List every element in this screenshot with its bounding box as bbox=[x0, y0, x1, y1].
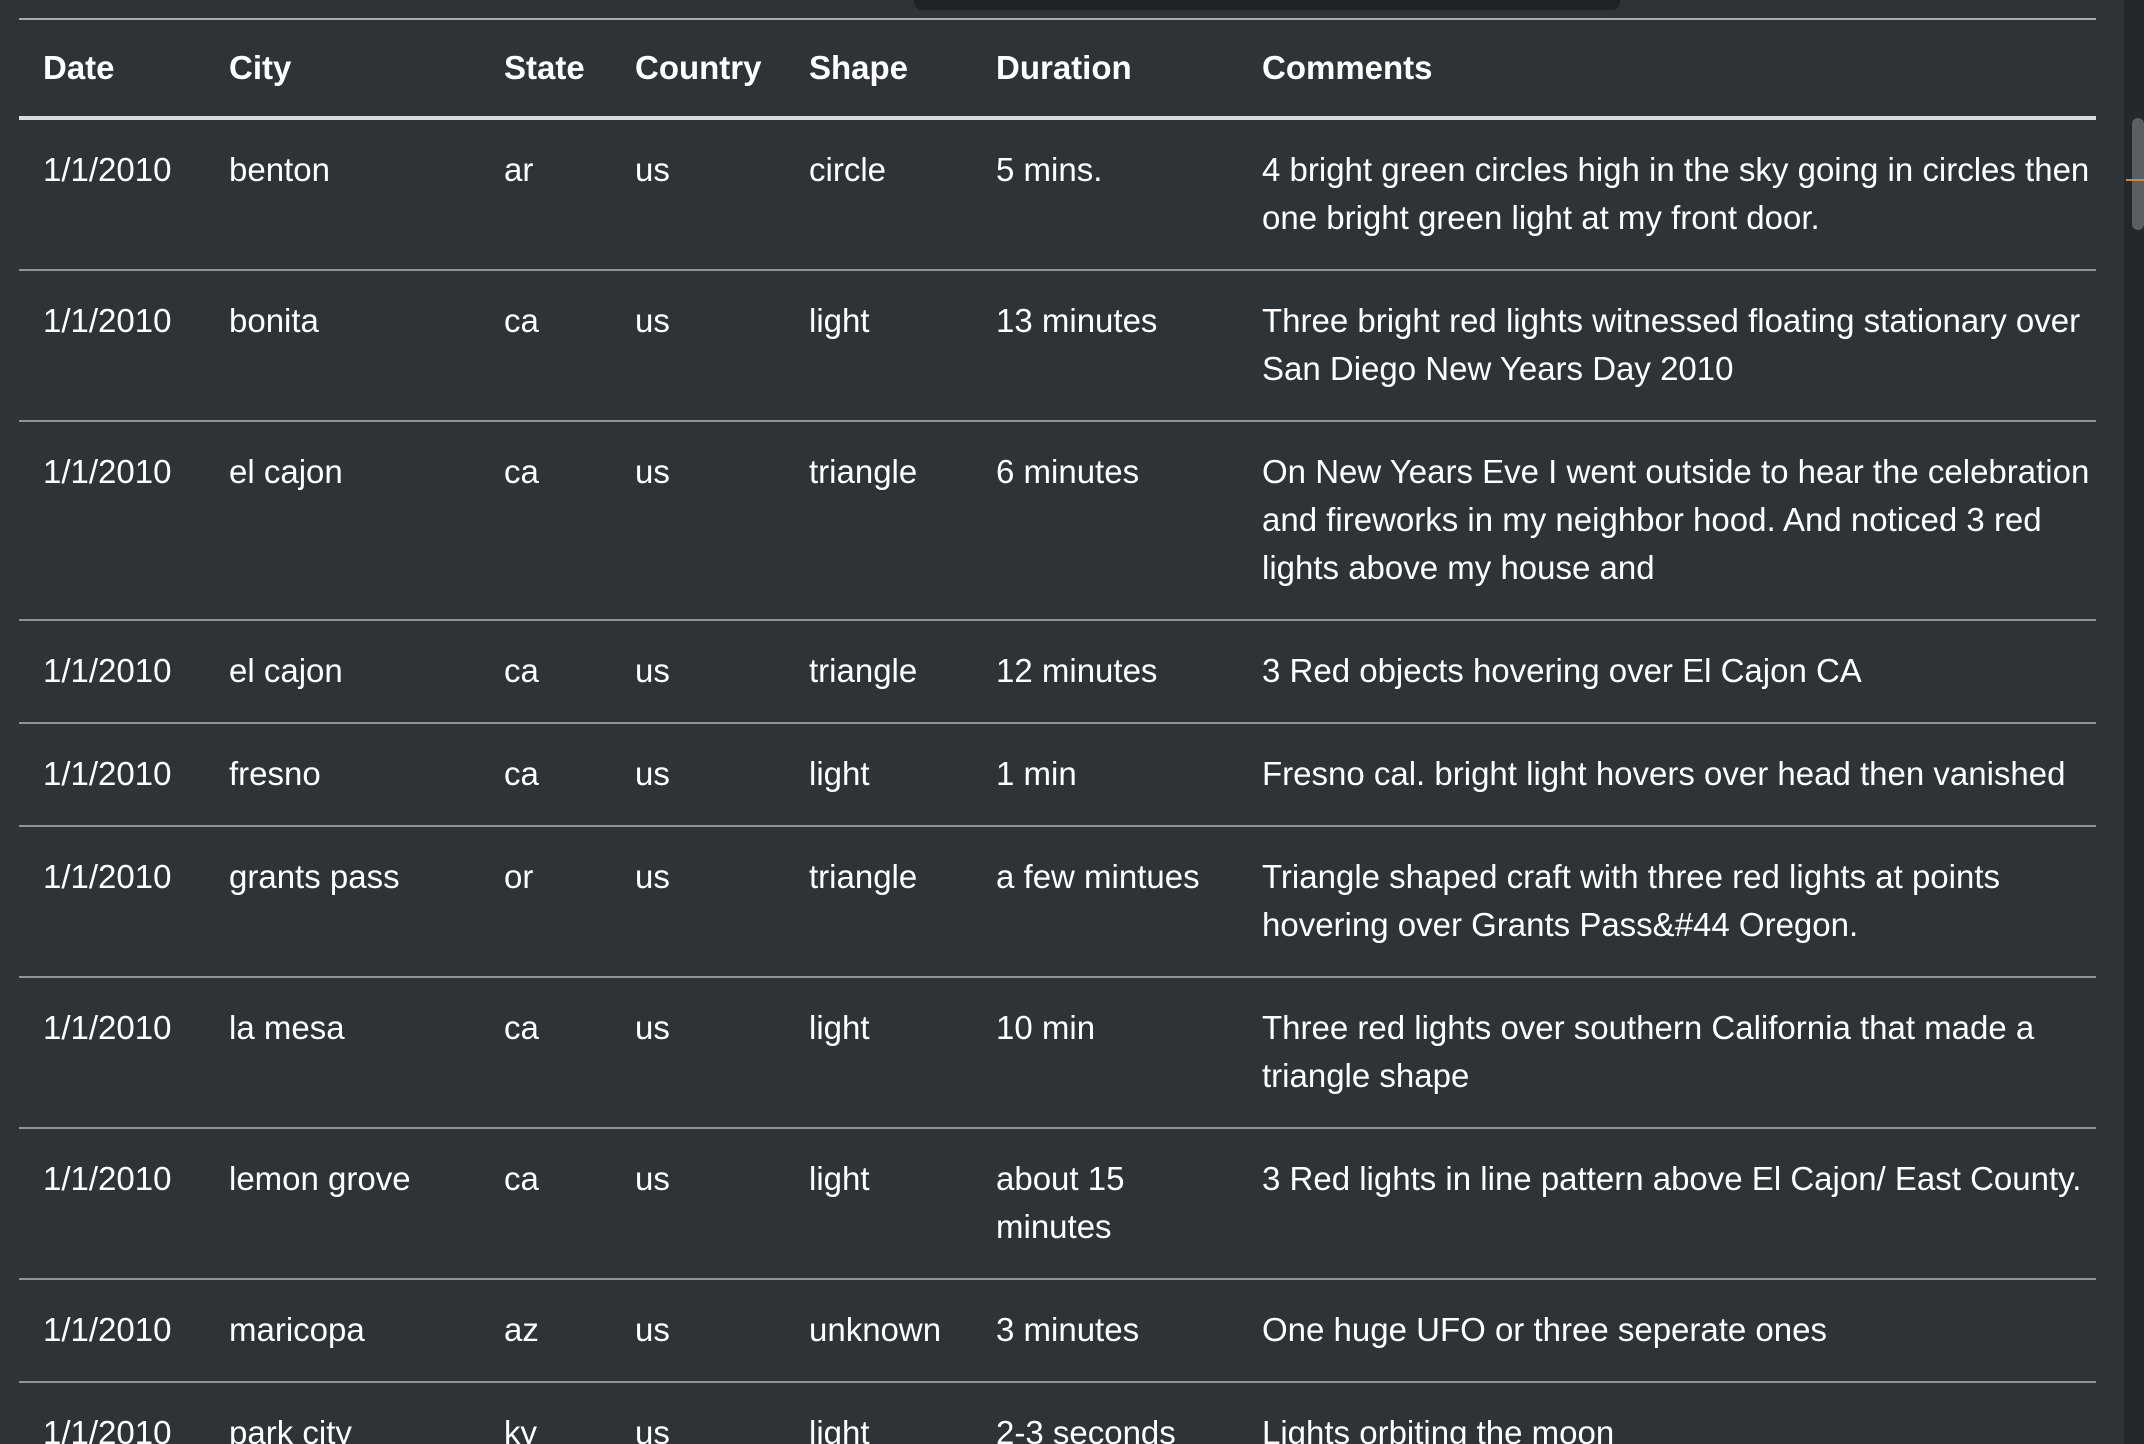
cell-date: 1/1/2010 bbox=[43, 1414, 172, 1444]
cell-duration: 10 min bbox=[996, 1009, 1096, 1046]
cell-city: lemon grove bbox=[229, 1160, 411, 1197]
cell-city: bonita bbox=[229, 302, 319, 339]
table-row: 1/1/2010 el cajon ca us triangle 6 minut… bbox=[19, 421, 2096, 620]
cell-country: us bbox=[635, 1009, 670, 1046]
cell-comments: Three bright red lights witnessed floati… bbox=[1262, 302, 2081, 387]
cell-city: la mesa bbox=[229, 1009, 345, 1046]
cell-date: 1/1/2010 bbox=[43, 453, 172, 490]
header-row: Date City State Country Shape Duration C… bbox=[19, 19, 2096, 118]
cell-comments: 3 Red objects hovering over El Cajon CA bbox=[1262, 652, 1862, 689]
ufo-sightings-table-container: Date City State Country Shape Duration C… bbox=[19, 18, 2096, 1444]
vertical-scrollbar[interactable] bbox=[2124, 0, 2144, 1444]
cell-country: us bbox=[635, 1414, 670, 1444]
cell-duration: 5 mins. bbox=[996, 151, 1103, 188]
header-comments: Comments bbox=[1262, 49, 1433, 86]
cell-country: us bbox=[635, 453, 670, 490]
table-row: 1/1/2010 park city ky us light 2-3 secon… bbox=[19, 1382, 2096, 1444]
table-row: 1/1/2010 maricopa az us unknown 3 minute… bbox=[19, 1279, 2096, 1382]
cell-state: ky bbox=[504, 1414, 537, 1444]
cell-shape: light bbox=[809, 302, 870, 339]
cell-state: ar bbox=[504, 151, 534, 188]
cell-duration: a few mintues bbox=[996, 858, 1200, 895]
cell-state: az bbox=[504, 1311, 539, 1348]
top-overlay-bar bbox=[914, 0, 1620, 10]
cell-shape: triangle bbox=[809, 858, 918, 895]
cell-date: 1/1/2010 bbox=[43, 858, 172, 895]
table-row: 1/1/2010 fresno ca us light 1 min Fresno… bbox=[19, 723, 2096, 826]
header-date: Date bbox=[43, 49, 115, 86]
cell-country: us bbox=[635, 151, 670, 188]
table-row: 1/1/2010 grants pass or us triangle a fe… bbox=[19, 826, 2096, 977]
cell-shape: circle bbox=[809, 151, 887, 188]
table-row: 1/1/2010 lemon grove ca us light about 1… bbox=[19, 1128, 2096, 1279]
cell-shape: unknown bbox=[809, 1311, 942, 1348]
scroll-position-marker bbox=[2126, 179, 2144, 181]
cell-shape: light bbox=[809, 1160, 870, 1197]
ufo-sightings-table: Date City State Country Shape Duration C… bbox=[19, 18, 2096, 1444]
cell-state: ca bbox=[504, 1009, 539, 1046]
table-row: 1/1/2010 la mesa ca us light 10 min Thre… bbox=[19, 977, 2096, 1128]
cell-comments: Three red lights over southern Californi… bbox=[1262, 1009, 2035, 1094]
cell-city: grants pass bbox=[229, 858, 400, 895]
cell-state: ca bbox=[504, 453, 539, 490]
cell-country: us bbox=[635, 1160, 670, 1197]
table-row: 1/1/2010 bonita ca us light 13 minutes T… bbox=[19, 270, 2096, 421]
cell-city: maricopa bbox=[229, 1311, 365, 1348]
cell-city: benton bbox=[229, 151, 330, 188]
cell-shape: light bbox=[809, 1414, 870, 1444]
header-city: City bbox=[229, 49, 292, 86]
cell-comments: One huge UFO or three seperate ones bbox=[1262, 1311, 1827, 1348]
cell-state: or bbox=[504, 858, 534, 895]
table-header: Date City State Country Shape Duration C… bbox=[19, 19, 2096, 118]
cell-country: us bbox=[635, 755, 670, 792]
header-country: Country bbox=[635, 49, 762, 86]
cell-state: ca bbox=[504, 302, 539, 339]
cell-date: 1/1/2010 bbox=[43, 1311, 172, 1348]
cell-date: 1/1/2010 bbox=[43, 151, 172, 188]
cell-comments: On New Years Eve I went outside to hear … bbox=[1262, 453, 2090, 586]
cell-duration: 13 minutes bbox=[996, 302, 1158, 339]
cell-date: 1/1/2010 bbox=[43, 755, 172, 792]
scrollbar-thumb[interactable] bbox=[2132, 118, 2144, 230]
cell-date: 1/1/2010 bbox=[43, 302, 172, 339]
cell-shape: triangle bbox=[809, 652, 918, 689]
cell-duration: 3 minutes bbox=[996, 1311, 1140, 1348]
cell-shape: light bbox=[809, 1009, 870, 1046]
cell-country: us bbox=[635, 302, 670, 339]
cell-country: us bbox=[635, 1311, 670, 1348]
cell-comments: 4 bright green circles high in the sky g… bbox=[1262, 151, 2090, 236]
cell-state: ca bbox=[504, 652, 539, 689]
cell-duration: 6 minutes bbox=[996, 453, 1140, 490]
cell-city: el cajon bbox=[229, 453, 343, 490]
cell-duration: 2-3 seconds bbox=[996, 1414, 1176, 1444]
table-row: 1/1/2010 el cajon ca us triangle 12 minu… bbox=[19, 620, 2096, 723]
cell-shape: light bbox=[809, 755, 870, 792]
cell-date: 1/1/2010 bbox=[43, 1009, 172, 1046]
header-state: State bbox=[504, 49, 585, 86]
cell-city: park city bbox=[229, 1414, 352, 1444]
cell-duration: 12 minutes bbox=[996, 652, 1158, 689]
table-row: 1/1/2010 benton ar us circle 5 mins. 4 b… bbox=[19, 118, 2096, 270]
cell-comments: Fresno cal. bright light hovers over hea… bbox=[1262, 755, 2066, 792]
cell-city: el cajon bbox=[229, 652, 343, 689]
cell-country: us bbox=[635, 652, 670, 689]
cell-state: ca bbox=[504, 1160, 539, 1197]
cell-comments: Triangle shaped craft with three red lig… bbox=[1262, 858, 2001, 943]
cell-date: 1/1/2010 bbox=[43, 652, 172, 689]
table-body: 1/1/2010 benton ar us circle 5 mins. 4 b… bbox=[19, 118, 2096, 1444]
header-shape: Shape bbox=[809, 49, 909, 86]
cell-country: us bbox=[635, 858, 670, 895]
cell-duration: 1 min bbox=[996, 755, 1077, 792]
cell-state: ca bbox=[504, 755, 539, 792]
cell-date: 1/1/2010 bbox=[43, 1160, 172, 1197]
cell-shape: triangle bbox=[809, 453, 918, 490]
cell-city: fresno bbox=[229, 755, 321, 792]
cell-comments: 3 Red lights in line pattern above El Ca… bbox=[1262, 1160, 2082, 1197]
cell-comments: Lights orbiting the moon bbox=[1262, 1414, 1615, 1444]
header-duration: Duration bbox=[996, 49, 1132, 86]
cell-duration: about 15 minutes bbox=[996, 1160, 1125, 1245]
